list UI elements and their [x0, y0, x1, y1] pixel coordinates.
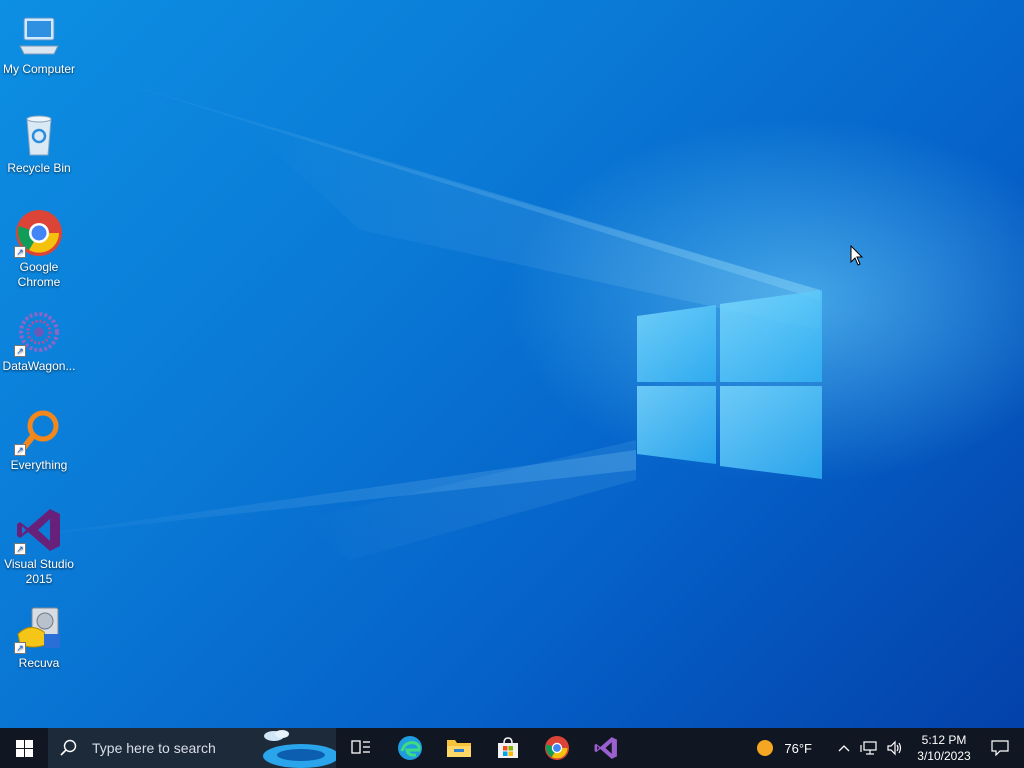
desktop-icon-datawagon[interactable]: ↗ DataWagon... — [0, 299, 78, 374]
desktop-icon-label: Recycle Bin — [7, 161, 71, 175]
system-tray: 76°F 5:12 PM 3/10/2023 — [756, 728, 1024, 768]
desktop-icon-label: Everything — [10, 458, 68, 472]
recuva-icon: ↗ — [14, 604, 64, 654]
desktop-icon-my-computer[interactable]: My Computer — [0, 2, 78, 77]
everything-search-icon: ↗ — [14, 406, 64, 456]
wallpaper — [0, 70, 822, 560]
windows-logo — [637, 290, 822, 479]
shortcut-arrow-icon: ↗ — [14, 444, 26, 456]
store-icon — [497, 737, 518, 758]
search-placeholder: Type here to search — [92, 740, 216, 756]
sun-icon — [757, 740, 774, 756]
desktop-icon-recuva[interactable]: ↗ Recuva — [0, 596, 78, 671]
shortcut-arrow-icon: ↗ — [14, 642, 26, 654]
network-icon[interactable] — [860, 740, 878, 756]
taskbar-microsoft-store[interactable] — [483, 728, 532, 768]
weather-temperature: 76°F — [784, 740, 812, 756]
visual-studio-icon: ↗ — [14, 505, 64, 555]
search-highlight-icon — [263, 730, 336, 768]
weather-widget[interactable]: 76°F — [756, 739, 812, 757]
taskbar-google-chrome[interactable] — [532, 728, 581, 768]
chevron-up-icon[interactable] — [838, 743, 850, 753]
desktop-icon-visual-studio[interactable]: ↗ Visual Studio 2015 — [0, 497, 78, 587]
clock-time: 5:12 PM — [921, 733, 967, 747]
taskbar-edge[interactable] — [385, 728, 434, 768]
action-center-button[interactable] — [976, 728, 1024, 768]
edge-icon — [397, 736, 422, 760]
desktop-icon-everything[interactable]: ↗ Everything — [0, 398, 78, 473]
clock[interactable]: 5:12 PM 3/10/2023 — [912, 732, 976, 764]
desktop-icon-recycle-bin[interactable]: Recycle Bin — [0, 101, 78, 176]
chrome-icon: ↗ — [14, 208, 64, 258]
recycle-bin-icon — [14, 109, 64, 159]
start-button[interactable] — [0, 728, 48, 768]
notification-icon — [991, 740, 1009, 756]
search-icon — [60, 739, 77, 756]
windows-start-icon — [15, 739, 33, 757]
desktop-icon-google-chrome[interactable]: ↗ Google Chrome — [0, 200, 78, 290]
mouse-cursor-icon — [850, 245, 864, 266]
taskbar-visual-studio[interactable] — [581, 728, 630, 768]
chrome-icon — [544, 736, 569, 760]
computer-icon — [14, 10, 64, 60]
task-view-button[interactable] — [336, 728, 385, 768]
volume-icon[interactable] — [886, 740, 904, 756]
visual-studio-icon — [594, 737, 617, 759]
desktop-icon-label: Recuva — [18, 656, 60, 670]
desktop-icon-label: Google Chrome — [17, 260, 61, 289]
desktop-icon-label: DataWagon... — [2, 359, 76, 373]
taskbar: Type here to search 76°F 5:12 PM 3/10/20… — [0, 728, 1024, 768]
clock-date: 3/10/2023 — [917, 749, 971, 763]
task-view-icon — [350, 740, 370, 754]
shortcut-arrow-icon: ↗ — [14, 345, 26, 357]
shortcut-arrow-icon: ↗ — [14, 543, 26, 555]
desktop-icon-label: Visual Studio 2015 — [4, 557, 74, 586]
taskbar-search-box[interactable]: Type here to search — [48, 728, 336, 768]
folder-icon — [446, 740, 471, 757]
shortcut-arrow-icon: ↗ — [14, 246, 26, 258]
datawagon-icon: ↗ — [14, 307, 64, 357]
taskbar-file-explorer[interactable] — [434, 728, 483, 768]
desktop-icon-label: My Computer — [2, 62, 76, 76]
